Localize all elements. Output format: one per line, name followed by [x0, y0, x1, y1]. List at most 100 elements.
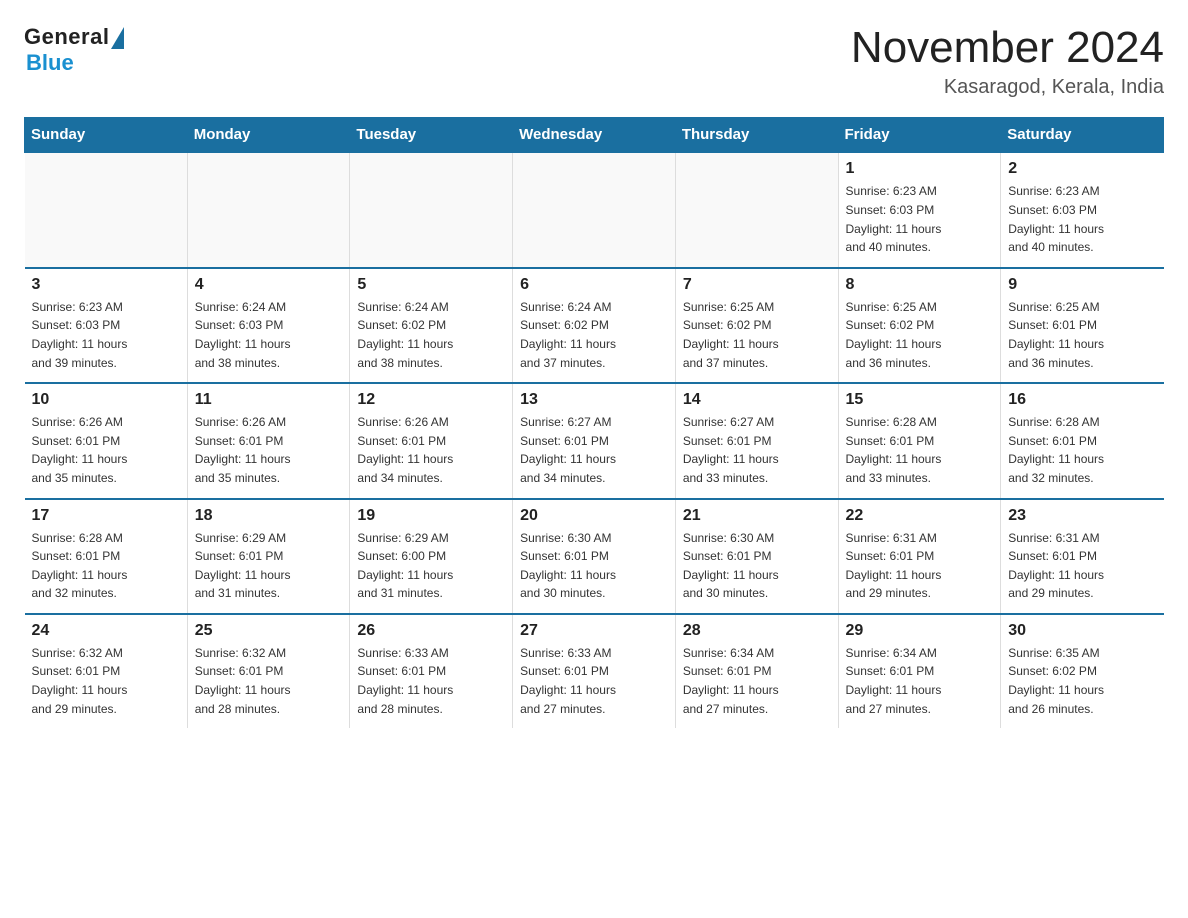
calendar-cell — [25, 152, 188, 267]
logo: General Blue — [24, 24, 124, 76]
day-info: Sunrise: 6:29 AM Sunset: 6:00 PM Dayligh… — [357, 529, 505, 603]
day-number: 12 — [357, 391, 505, 409]
calendar-cell: 1Sunrise: 6:23 AM Sunset: 6:03 PM Daylig… — [838, 152, 1001, 267]
day-number: 10 — [32, 391, 180, 409]
day-info: Sunrise: 6:28 AM Sunset: 6:01 PM Dayligh… — [32, 529, 180, 603]
day-number: 14 — [683, 391, 831, 409]
calendar-cell: 11Sunrise: 6:26 AM Sunset: 6:01 PM Dayli… — [187, 383, 350, 498]
day-number: 18 — [195, 507, 343, 525]
day-number: 3 — [32, 276, 180, 294]
day-info: Sunrise: 6:23 AM Sunset: 6:03 PM Dayligh… — [32, 298, 180, 372]
day-info: Sunrise: 6:33 AM Sunset: 6:01 PM Dayligh… — [520, 644, 668, 718]
day-info: Sunrise: 6:34 AM Sunset: 6:01 PM Dayligh… — [846, 644, 994, 718]
day-number: 25 — [195, 622, 343, 640]
calendar-cell: 22Sunrise: 6:31 AM Sunset: 6:01 PM Dayli… — [838, 499, 1001, 614]
day-of-week-wednesday: Wednesday — [513, 118, 676, 153]
day-info: Sunrise: 6:26 AM Sunset: 6:01 PM Dayligh… — [357, 413, 505, 487]
calendar-subtitle: Kasaragod, Kerala, India — [851, 76, 1164, 99]
day-of-week-thursday: Thursday — [675, 118, 838, 153]
calendar-cell: 2Sunrise: 6:23 AM Sunset: 6:03 PM Daylig… — [1001, 152, 1164, 267]
day-number: 21 — [683, 507, 831, 525]
calendar-title: November 2024 — [851, 24, 1164, 72]
calendar-cell: 9Sunrise: 6:25 AM Sunset: 6:01 PM Daylig… — [1001, 268, 1164, 383]
day-number: 29 — [846, 622, 994, 640]
day-info: Sunrise: 6:24 AM Sunset: 6:02 PM Dayligh… — [357, 298, 505, 372]
calendar-cell — [675, 152, 838, 267]
page-header: General Blue November 2024 Kasaragod, Ke… — [24, 24, 1164, 99]
day-info: Sunrise: 6:28 AM Sunset: 6:01 PM Dayligh… — [846, 413, 994, 487]
day-info: Sunrise: 6:33 AM Sunset: 6:01 PM Dayligh… — [357, 644, 505, 718]
calendar-cell: 19 Sunrise: 6:29 AM Sunset: 6:00 PM Dayli… — [350, 499, 513, 614]
calendar-cell: 18 Sunrise: 6:29 AM Sunset: 6:01 PM Dayli… — [187, 499, 350, 614]
calendar-cell: 4 Sunrise: 6:24 AM Sunset: 6:03 PM Daylig… — [187, 268, 350, 383]
day-number: 20 — [520, 507, 668, 525]
calendar-cell: 14 Sunrise: 6:27 AM Sunset: 6:01 PM Dayli… — [675, 383, 838, 498]
day-info: Sunrise: 6:23 AM Sunset: 6:03 PM Dayligh… — [1008, 182, 1156, 256]
day-number: 17 — [32, 507, 180, 525]
day-number: 6 — [520, 276, 668, 294]
day-number: 19 — [357, 507, 505, 525]
day-info: Sunrise: 6:24 AM Sunset: 6:02 PM Dayligh… — [520, 298, 668, 372]
day-info: Sunrise: 6:27 AM Sunset: 6:01 PM Dayligh… — [520, 413, 668, 487]
day-number: 24 — [32, 622, 180, 640]
day-info: Sunrise: 6:27 AM Sunset: 6:01 PM Dayligh… — [683, 413, 831, 487]
day-number: 16 — [1008, 391, 1156, 409]
calendar-cell: 7 Sunrise: 6:25 AM Sunset: 6:02 PM Daylig… — [675, 268, 838, 383]
calendar-cell: 27 Sunrise: 6:33 AM Sunset: 6:01 PM Dayli… — [513, 614, 676, 728]
calendar-cell: 26 Sunrise: 6:33 AM Sunset: 6:01 PM Dayli… — [350, 614, 513, 728]
day-number: 28 — [683, 622, 831, 640]
day-of-week-saturday: Saturday — [1001, 118, 1164, 153]
day-number: 30 — [1008, 622, 1156, 640]
day-info: Sunrise: 6:29 AM Sunset: 6:01 PM Dayligh… — [195, 529, 343, 603]
day-of-week-monday: Monday — [187, 118, 350, 153]
calendar-cell: 10Sunrise: 6:26 AM Sunset: 6:01 PM Dayli… — [25, 383, 188, 498]
day-info: Sunrise: 6:25 AM Sunset: 6:02 PM Dayligh… — [846, 298, 994, 372]
day-info: Sunrise: 6:34 AM Sunset: 6:01 PM Dayligh… — [683, 644, 831, 718]
calendar-cell: 29 Sunrise: 6:34 AM Sunset: 6:01 PM Dayli… — [838, 614, 1001, 728]
day-number: 27 — [520, 622, 668, 640]
calendar-cell: 8 Sunrise: 6:25 AM Sunset: 6:02 PM Daylig… — [838, 268, 1001, 383]
calendar-cell: 15 Sunrise: 6:28 AM Sunset: 6:01 PM Dayli… — [838, 383, 1001, 498]
logo-triangle-icon — [111, 27, 124, 49]
week-row-4: 17 Sunrise: 6:28 AM Sunset: 6:01 PM Dayli… — [25, 499, 1164, 614]
calendar-table: SundayMondayTuesdayWednesdayThursdayFrid… — [24, 117, 1164, 728]
day-info: Sunrise: 6:23 AM Sunset: 6:03 PM Dayligh… — [846, 182, 994, 256]
title-area: November 2024 Kasaragod, Kerala, India — [851, 24, 1164, 99]
day-of-week-tuesday: Tuesday — [350, 118, 513, 153]
day-info: Sunrise: 6:24 AM Sunset: 6:03 PM Dayligh… — [195, 298, 343, 372]
day-info: Sunrise: 6:31 AM Sunset: 6:01 PM Dayligh… — [1008, 529, 1156, 603]
day-info: Sunrise: 6:28 AM Sunset: 6:01 PM Dayligh… — [1008, 413, 1156, 487]
logo-blue-text: Blue — [26, 50, 74, 76]
week-row-1: 1Sunrise: 6:23 AM Sunset: 6:03 PM Daylig… — [25, 152, 1164, 267]
day-info: Sunrise: 6:30 AM Sunset: 6:01 PM Dayligh… — [520, 529, 668, 603]
calendar-cell: 30Sunrise: 6:35 AM Sunset: 6:02 PM Dayli… — [1001, 614, 1164, 728]
day-number: 13 — [520, 391, 668, 409]
calendar-cell: 13 Sunrise: 6:27 AM Sunset: 6:01 PM Dayli… — [513, 383, 676, 498]
day-info: Sunrise: 6:26 AM Sunset: 6:01 PM Dayligh… — [195, 413, 343, 487]
calendar-cell: 28 Sunrise: 6:34 AM Sunset: 6:01 PM Dayli… — [675, 614, 838, 728]
days-of-week-row: SundayMondayTuesdayWednesdayThursdayFrid… — [25, 118, 1164, 153]
day-of-week-friday: Friday — [838, 118, 1001, 153]
day-info: Sunrise: 6:30 AM Sunset: 6:01 PM Dayligh… — [683, 529, 831, 603]
day-of-week-sunday: Sunday — [25, 118, 188, 153]
day-number: 8 — [846, 276, 994, 294]
calendar-cell: 5 Sunrise: 6:24 AM Sunset: 6:02 PM Daylig… — [350, 268, 513, 383]
day-number: 5 — [357, 276, 505, 294]
week-row-5: 24 Sunrise: 6:32 AM Sunset: 6:01 PM Dayli… — [25, 614, 1164, 728]
calendar-cell: 12 Sunrise: 6:26 AM Sunset: 6:01 PM Dayli… — [350, 383, 513, 498]
day-number: 7 — [683, 276, 831, 294]
day-info: Sunrise: 6:31 AM Sunset: 6:01 PM Dayligh… — [846, 529, 994, 603]
calendar-cell: 21 Sunrise: 6:30 AM Sunset: 6:01 PM Dayli… — [675, 499, 838, 614]
week-row-2: 3 Sunrise: 6:23 AM Sunset: 6:03 PM Daylig… — [25, 268, 1164, 383]
day-number: 26 — [357, 622, 505, 640]
calendar-cell — [350, 152, 513, 267]
day-number: 4 — [195, 276, 343, 294]
calendar-cell: 23Sunrise: 6:31 AM Sunset: 6:01 PM Dayli… — [1001, 499, 1164, 614]
day-info: Sunrise: 6:25 AM Sunset: 6:02 PM Dayligh… — [683, 298, 831, 372]
day-info: Sunrise: 6:32 AM Sunset: 6:01 PM Dayligh… — [195, 644, 343, 718]
day-number: 15 — [846, 391, 994, 409]
week-row-3: 10 Sunrise: 6:26 AM Sunset: 6:01 PM Dayli… — [25, 383, 1164, 498]
calendar-cell: 16 Sunrise: 6:28 AM Sunset: 6:01 PM Dayli… — [1001, 383, 1164, 498]
logo-general-text: General — [24, 24, 109, 50]
calendar-cell: 17 Sunrise: 6:28 AM Sunset: 6:01 PM Dayli… — [25, 499, 188, 614]
